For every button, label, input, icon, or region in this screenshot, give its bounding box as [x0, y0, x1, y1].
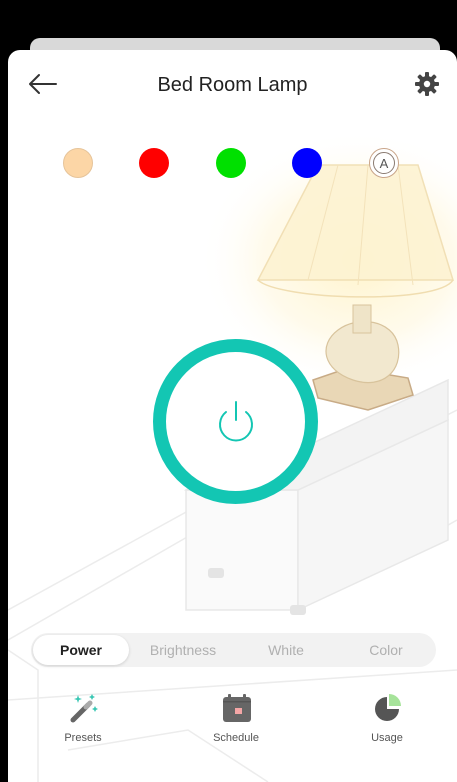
tab-color[interactable]: Color — [336, 633, 436, 667]
color-swatch-warm-white[interactable] — [63, 148, 93, 178]
lamp-control-sheet: Bed Room Lamp A Power Brightness White C… — [8, 50, 457, 782]
settings-button[interactable] — [414, 71, 440, 97]
nav-schedule[interactable]: Schedule — [191, 692, 281, 744]
tab-power[interactable]: Power — [33, 635, 129, 665]
color-swatch-blue[interactable] — [292, 148, 322, 178]
tab-white[interactable]: White — [236, 633, 336, 667]
power-icon — [218, 400, 253, 441]
magic-wand-icon — [70, 694, 98, 723]
nav-usage[interactable]: Usage — [342, 692, 432, 744]
auto-color-label: A — [373, 152, 395, 174]
calendar-icon — [223, 694, 251, 722]
color-swatch-red[interactable] — [139, 148, 169, 178]
status-bar — [0, 0, 457, 40]
power-button[interactable] — [153, 339, 318, 504]
tab-brightness[interactable]: Brightness — [133, 633, 233, 667]
pie-chart-icon — [375, 694, 401, 721]
color-swatch-green[interactable] — [216, 148, 246, 178]
nav-presets-label: Presets — [64, 732, 102, 744]
auto-color-button[interactable]: A — [369, 148, 399, 178]
header: Bed Room Lamp — [8, 50, 457, 120]
mode-tab-bar: Power Brightness White Color — [31, 633, 436, 667]
nav-presets[interactable]: Presets — [38, 692, 128, 744]
nav-schedule-label: Schedule — [213, 732, 259, 744]
nav-usage-label: Usage — [371, 732, 403, 744]
page-title: Bed Room Lamp — [157, 74, 308, 96]
gear-icon — [415, 72, 439, 96]
